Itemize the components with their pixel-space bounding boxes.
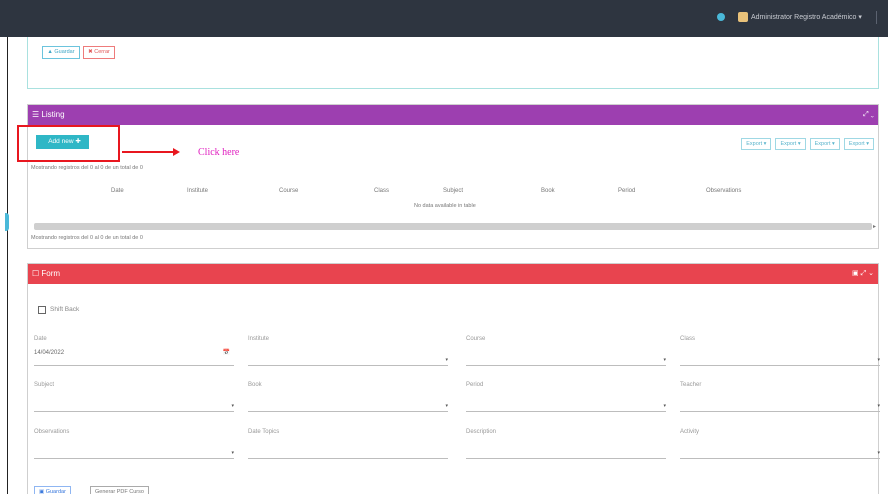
sidebar-toggle[interactable] [5,213,9,231]
chevron-down-icon: ▾ [445,403,448,409]
observations-select[interactable]: Observations ▾ [34,429,234,459]
institute-select[interactable]: Institute ▾ [248,336,448,366]
listing-title: ☰ Listing [32,110,65,119]
subject-label: Subject [34,382,55,388]
click-here-annotation: Click here [198,147,240,158]
activity-label: Activity [680,429,700,435]
date-topics-field[interactable]: Date Topics [248,429,448,459]
column-date[interactable]: Date [111,188,124,194]
date-value: 14/04/2022 [34,350,65,356]
chevron-down-icon: ▾ [663,357,666,363]
chevron-down-icon: ▾ [445,357,448,363]
form-header: ☐ Form ▣ ⤢ ⌄ [28,264,878,284]
export-buttons: Export ▾ Export ▾ Export ▾ Export ▾ [741,138,874,150]
save-button[interactable]: ▣ Guardar [34,486,71,494]
listing-panel: ☰ Listing ⤢ ⌄ Add new ✚ Click here Expor… [17,104,879,249]
column-class[interactable]: Class [374,188,389,194]
chevron-down-icon: ▾ [231,403,234,409]
teacher-label: Teacher [680,382,702,388]
chevron-down-icon: ▾ [877,403,880,409]
course-label: Course [466,336,486,342]
panel-close-button[interactable]: ✖ Cerrar [83,46,115,59]
book-label: Book [248,382,262,388]
user-menu[interactable]: Administrator Registro Académico ▾ [751,13,862,21]
form-panel: ☐ Form ▣ ⤢ ⌄ Shift Back Date 14/04/2022 … [27,263,880,494]
export-button-2[interactable]: Export ▾ [775,138,806,150]
annotation-arrow-head [173,148,180,156]
activity-select[interactable]: Activity ▾ [680,429,880,459]
institute-label: Institute [248,336,270,342]
export-button-3[interactable]: Export ▾ [809,138,840,150]
entries-info-bottom: Mostrando registros del 0 al 0 de un tot… [31,235,143,241]
subject-select[interactable]: Subject ▾ [34,382,234,412]
column-book[interactable]: Book [541,188,555,194]
chevron-down-icon: ▾ [877,357,880,363]
annotation-arrow [122,151,176,153]
generate-pdf-button[interactable]: Generar PDF Curso [90,486,149,494]
table-header: Date Institute Course Class Subject Book… [33,185,873,197]
avatar[interactable] [738,12,748,22]
notification-icon[interactable] [717,13,725,21]
navbar-divider [876,11,877,24]
column-period[interactable]: Period [618,188,635,194]
period-label: Period [466,382,484,388]
date-topics-label: Date Topics [248,429,280,435]
column-institute[interactable]: Institute [187,188,208,194]
column-course[interactable]: Course [279,188,298,194]
top-navbar: Administrator Registro Académico ▾ [0,0,888,37]
period-select[interactable]: Period ▾ [466,382,666,412]
scroll-right-icon[interactable]: ▸ [873,223,876,230]
description-field[interactable]: Description [466,429,666,459]
previous-panel: ▲ Guardar ✖ Cerrar [27,37,879,89]
teacher-select[interactable]: Teacher ▾ [680,382,880,412]
listing-tools-icon[interactable]: ⤢ ⌄ [863,105,874,125]
description-label: Description [466,429,497,435]
date-field[interactable]: Date 14/04/2022 📅 [34,336,234,366]
highlight-box [17,125,120,162]
export-button-4[interactable]: Export ▾ [843,138,874,150]
class-label: Class [680,336,696,342]
shift-back-label: Shift Back [50,306,80,313]
shift-back-checkbox[interactable] [38,306,46,314]
course-select[interactable]: Course ▾ [466,336,666,366]
calendar-icon[interactable]: 📅 [223,349,230,356]
horizontal-scrollbar[interactable] [34,223,872,230]
column-observations[interactable]: Observations [706,188,741,194]
entries-info-top: Mostrando registros del 0 al 0 de un tot… [31,165,143,171]
chevron-down-icon: ▾ [231,450,234,456]
column-subject[interactable]: Subject [443,188,463,194]
form-title: ☐ Form [32,269,61,278]
form-tools-icon[interactable]: ▣ ⤢ ⌄ [852,264,874,284]
empty-table-message: No data available in table [414,203,476,209]
date-label: Date [34,336,47,342]
book-select[interactable]: Book ▾ [248,382,448,412]
export-button-1[interactable]: Export ▾ [741,138,772,150]
observations-label: Observations [34,429,70,435]
left-edge [0,37,9,494]
class-select[interactable]: Class ▾ [680,336,880,366]
listing-header: ☰ Listing ⤢ ⌄ [28,105,878,125]
chevron-down-icon: ▾ [663,403,666,409]
chevron-down-icon: ▾ [877,450,880,456]
panel-save-button[interactable]: ▲ Guardar [42,46,80,59]
